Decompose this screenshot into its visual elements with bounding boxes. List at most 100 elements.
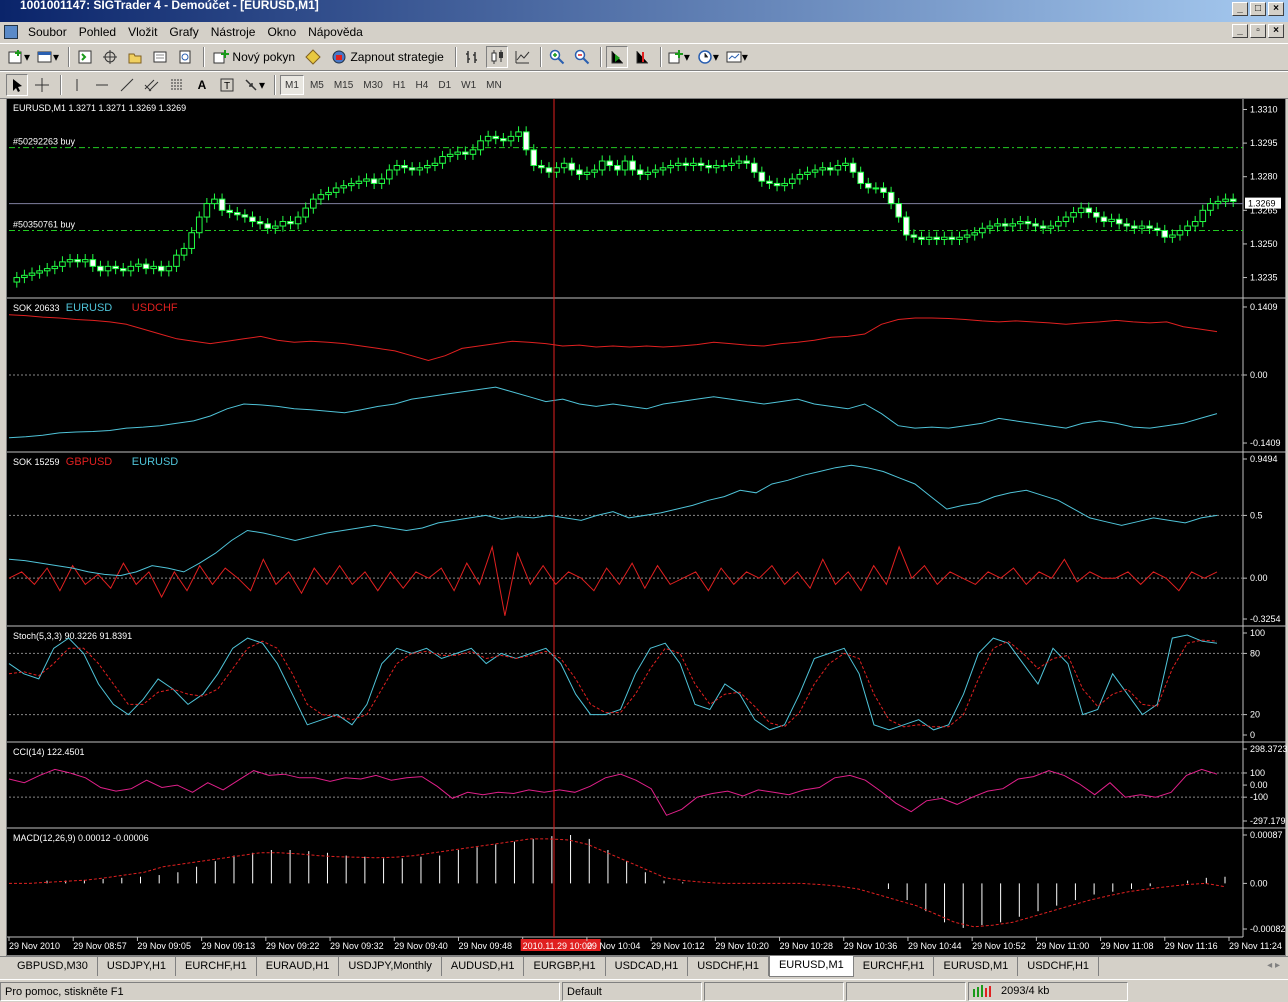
candlestick-icon[interactable] bbox=[485, 46, 508, 68]
candle bbox=[1108, 218, 1115, 223]
chart-tab[interactable]: USDCAD,H1 bbox=[606, 957, 689, 976]
timeframe-d1[interactable]: D1 bbox=[434, 75, 455, 95]
auto-scroll-icon[interactable] bbox=[605, 46, 628, 68]
menu-vlozit[interactable]: Vložit bbox=[122, 25, 163, 39]
strategy-toggle-label: Zapnout strategie bbox=[350, 50, 444, 64]
candle bbox=[811, 169, 819, 173]
trendline-icon[interactable] bbox=[116, 74, 138, 96]
candle bbox=[211, 198, 218, 205]
timeframe-h1[interactable]: H1 bbox=[389, 75, 410, 95]
templates-icon[interactable]: ▾ bbox=[724, 46, 750, 68]
periods-clock-icon[interactable]: ▾ bbox=[695, 46, 721, 68]
fibonacci-icon[interactable] bbox=[166, 74, 188, 96]
chart-tab[interactable]: EURCHF,H1 bbox=[854, 957, 935, 976]
price-tick-label: 1.3295 bbox=[1250, 138, 1278, 148]
window-title: 1001001147: SIGTrader 4 - Demoúčet - [EU… bbox=[20, 0, 319, 12]
mdi-minimize-button[interactable]: _ bbox=[1232, 24, 1248, 38]
candle bbox=[13, 277, 21, 283]
candle bbox=[880, 187, 887, 193]
indicators-icon[interactable]: ▾ bbox=[666, 46, 692, 68]
chart-tab-active[interactable]: EURUSD,M1 bbox=[768, 956, 854, 977]
menu-napoveda[interactable]: Nápověda bbox=[302, 25, 369, 39]
timeframe-mn[interactable]: MN bbox=[482, 75, 506, 95]
candle bbox=[302, 207, 309, 218]
chart-tab[interactable]: USDCHF,H1 bbox=[688, 957, 769, 976]
chart-window[interactable]: 1.3310 1.3295 1.3280 1.3265 1.3250 1.3235 #502… bbox=[6, 98, 1287, 957]
chart-tab[interactable]: EURUSD,M1 bbox=[934, 957, 1019, 976]
timeframe-m15[interactable]: M15 bbox=[330, 75, 357, 95]
tab-scroll-arrows[interactable]: ◂ ▸ bbox=[1267, 960, 1280, 971]
time-tick-label: 29 Nov 10:52 bbox=[972, 941, 1026, 951]
zoom-in-icon[interactable] bbox=[546, 46, 568, 68]
meta-editor-button[interactable] bbox=[302, 46, 324, 68]
app-icon[interactable] bbox=[4, 25, 18, 39]
indicator-tick-label: -0.1409 bbox=[1250, 438, 1281, 448]
chart-canvas[interactable]: 1.33101.32951.32801.32651.32501.3235#502… bbox=[7, 99, 1287, 957]
candle bbox=[180, 247, 188, 256]
candle bbox=[758, 171, 766, 182]
new-order-button[interactable]: Nový pokyn bbox=[209, 46, 299, 68]
line-chart-icon[interactable] bbox=[511, 46, 533, 68]
candle bbox=[591, 169, 598, 173]
tester-button[interactable] bbox=[174, 46, 196, 68]
chart-tab[interactable]: USDCHF,H1 bbox=[1018, 957, 1100, 976]
menu-pohled[interactable]: Pohled bbox=[73, 25, 122, 39]
candle bbox=[895, 203, 902, 218]
mdi-close-button[interactable]: × bbox=[1268, 24, 1284, 38]
cursor-icon[interactable] bbox=[6, 74, 28, 96]
indicator-tick-label: 298.3723 bbox=[1250, 744, 1287, 754]
candle bbox=[21, 274, 28, 279]
maximize-button[interactable]: □ bbox=[1250, 2, 1266, 16]
candle bbox=[188, 232, 195, 249]
mdi-restore-button[interactable]: ▫ bbox=[1250, 24, 1266, 38]
navigator-button[interactable] bbox=[124, 46, 146, 68]
market-watch-button[interactable] bbox=[74, 46, 96, 68]
timeframe-m1[interactable]: M1 bbox=[280, 75, 304, 95]
chart-shift-icon[interactable] bbox=[631, 46, 653, 68]
bar-chart-icon[interactable] bbox=[461, 46, 483, 68]
candle bbox=[697, 162, 705, 167]
arrows-icon[interactable]: ▾ bbox=[241, 74, 267, 96]
time-tick-label: 29 Nov 11:24 bbox=[1229, 941, 1282, 951]
menu-okno[interactable]: Okno bbox=[261, 25, 302, 39]
new-chart-button[interactable]: ▾ bbox=[6, 46, 32, 68]
zoom-out-icon[interactable] bbox=[571, 46, 593, 68]
timeframe-h4[interactable]: H4 bbox=[412, 75, 433, 95]
chart-tab[interactable]: EURCHF,H1 bbox=[176, 957, 257, 976]
channel-icon[interactable] bbox=[141, 74, 163, 96]
chart-tab[interactable]: EURGBP,H1 bbox=[524, 957, 606, 976]
candle bbox=[636, 169, 644, 175]
text-label-icon[interactable]: T bbox=[216, 74, 238, 96]
minimize-button[interactable]: _ bbox=[1232, 2, 1248, 16]
vertical-line-icon[interactable] bbox=[66, 74, 88, 96]
chart-tab[interactable]: GBPUSD,M30 bbox=[8, 957, 98, 976]
indicator-tick-label: 0.1409 bbox=[1250, 302, 1278, 312]
menu-nastroje[interactable]: Nástroje bbox=[205, 25, 262, 39]
chart-tab[interactable]: AUDUSD,H1 bbox=[442, 957, 525, 976]
menu-grafy[interactable]: Grafy bbox=[163, 25, 204, 39]
timeframe-m5[interactable]: M5 bbox=[306, 75, 328, 95]
candle bbox=[135, 263, 142, 267]
candle bbox=[378, 178, 386, 184]
horizontal-line-icon[interactable] bbox=[91, 74, 113, 96]
text-icon[interactable]: A bbox=[191, 74, 213, 96]
timeframe-m30[interactable]: M30 bbox=[359, 75, 386, 95]
data-window-button[interactable] bbox=[99, 46, 121, 68]
chart-tab[interactable]: EURAUD,H1 bbox=[257, 957, 340, 976]
indicator-tick-label: 100 bbox=[1250, 628, 1265, 638]
crosshair-icon[interactable] bbox=[31, 74, 53, 96]
menu-soubor[interactable]: Soubor bbox=[22, 25, 73, 39]
terminal-button[interactable] bbox=[149, 46, 171, 68]
candle bbox=[872, 187, 880, 190]
close-button[interactable]: × bbox=[1268, 2, 1284, 16]
strategy-toggle-button[interactable]: Zapnout strategie bbox=[327, 46, 448, 68]
chart-tab[interactable]: USDJPY,Monthly bbox=[339, 957, 442, 976]
series-line-usdchf bbox=[8, 314, 1218, 362]
candle bbox=[507, 135, 515, 142]
timeframe-w1[interactable]: W1 bbox=[457, 75, 480, 95]
candle bbox=[918, 236, 925, 240]
price-tick-label: 1.3250 bbox=[1250, 239, 1278, 249]
candle bbox=[43, 268, 51, 272]
profiles-button[interactable]: ▾ bbox=[35, 46, 61, 68]
chart-tab[interactable]: USDJPY,H1 bbox=[98, 957, 177, 976]
